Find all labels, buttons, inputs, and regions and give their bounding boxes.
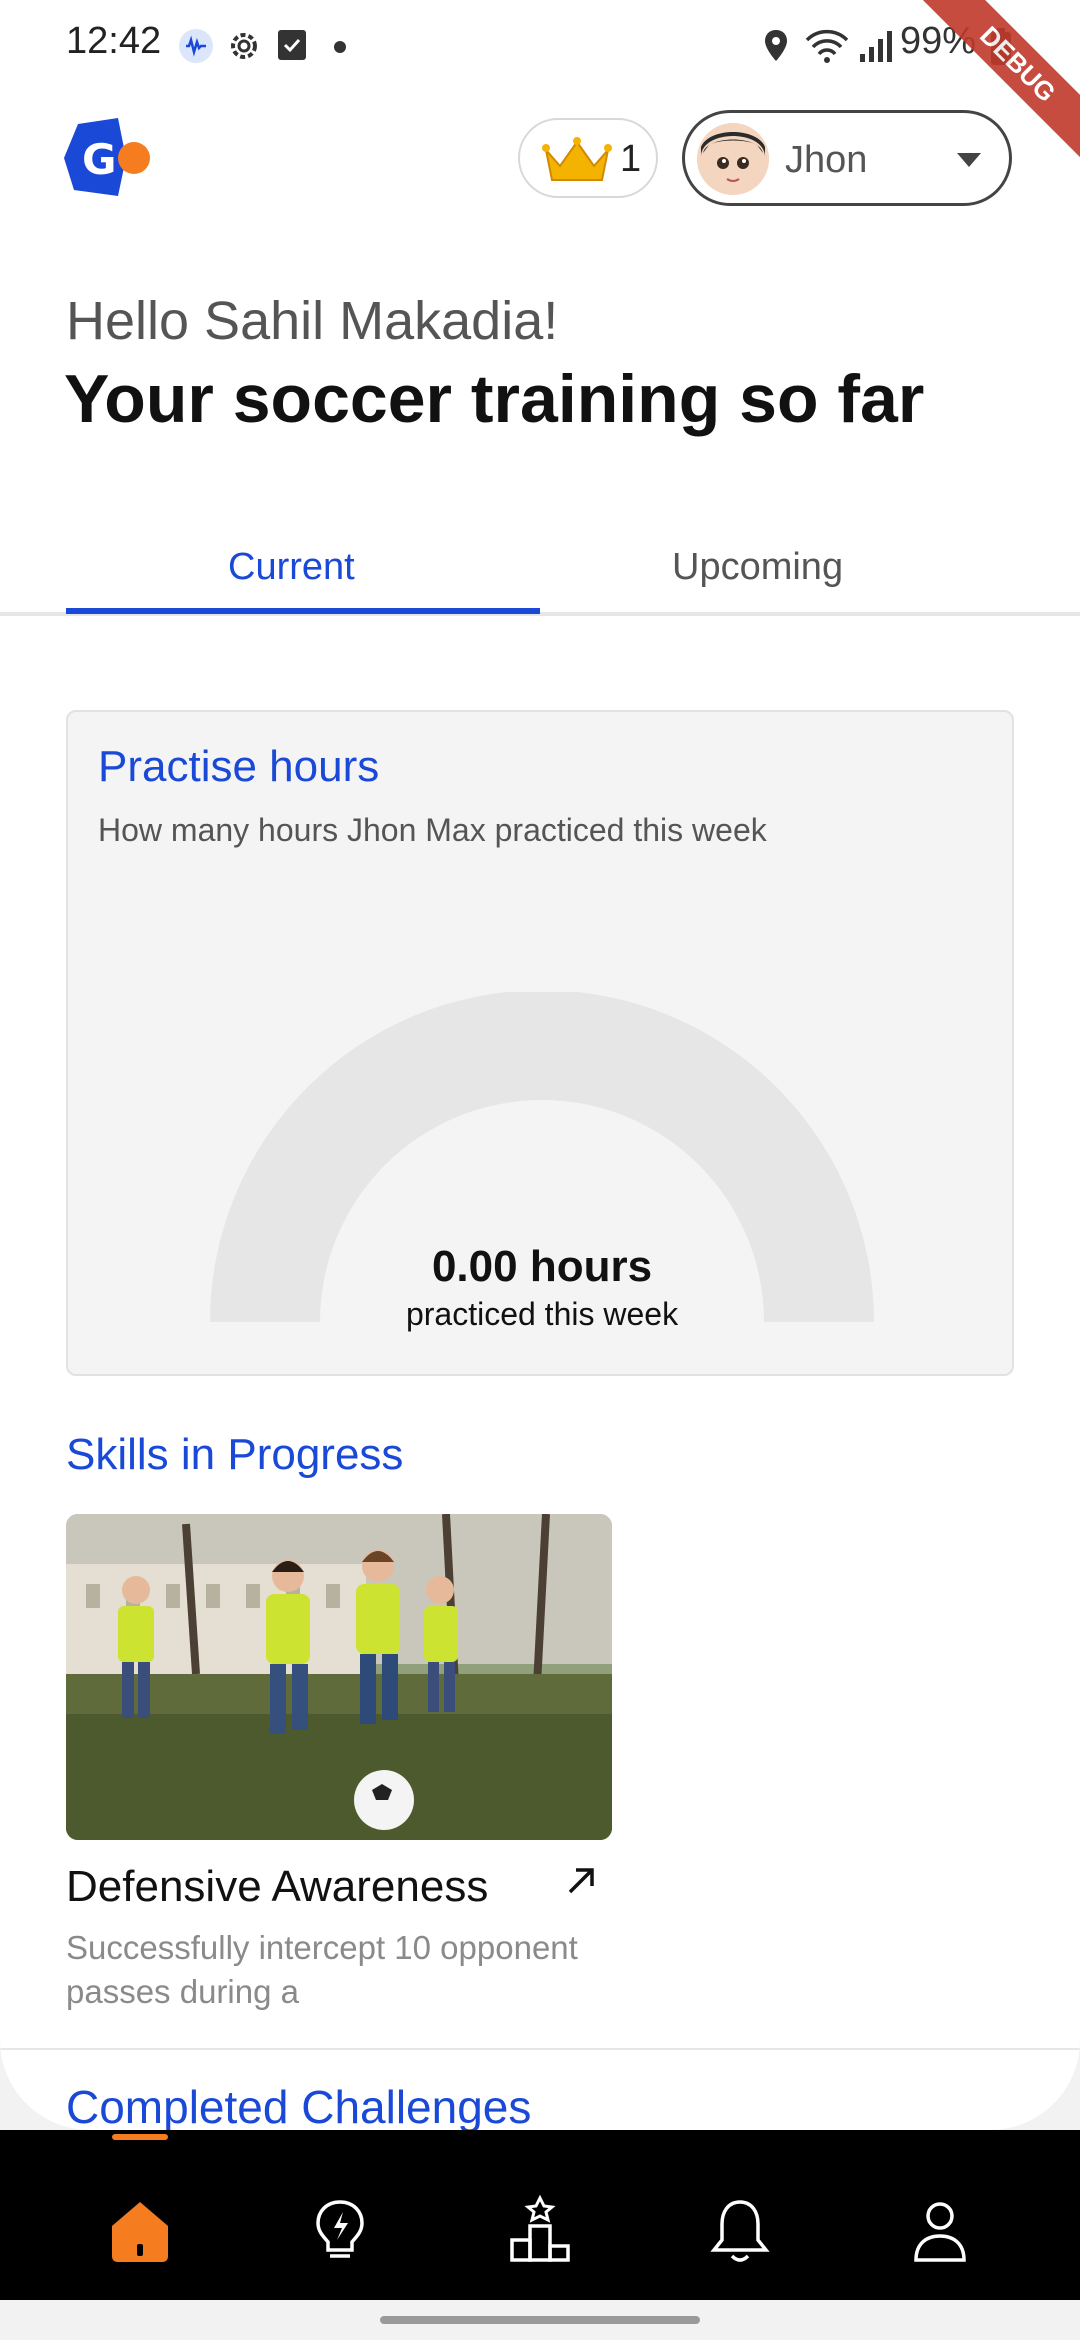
practise-hours-title: Practise hours	[98, 742, 380, 791]
nav-leaderboard[interactable]	[500, 2190, 580, 2270]
practise-hours-card: Practise hours How many hours Jhon Max p…	[66, 710, 1014, 1376]
signal-icon	[858, 28, 894, 69]
bell-icon	[710, 2200, 770, 2262]
crown-icon	[542, 137, 612, 181]
settings-gear-icon	[226, 28, 262, 69]
nav-profile[interactable]	[900, 2190, 980, 2270]
gesture-bar	[0, 2300, 1080, 2340]
podium-icon	[510, 2194, 570, 2262]
debug-banner-label: DEBUG	[910, 0, 1080, 172]
location-icon	[762, 28, 790, 69]
dot-icon	[334, 40, 346, 58]
nav-notifications[interactable]	[700, 2190, 780, 2270]
skill-description: Successfully intercept 10 opponent passe…	[66, 1929, 578, 2010]
skill-name: Defensive Awareness	[66, 1862, 489, 1911]
tab-upcoming[interactable]: Upcoming	[672, 546, 843, 589]
profile-name: Jhon	[785, 139, 868, 181]
main-content: G 1 Jhon Hello Sahil Makadia! Your socce…	[0, 90, 1080, 2130]
greeting-text: Hello Sahil Makadia!	[66, 291, 559, 351]
nav-home[interactable]	[100, 2190, 180, 2270]
practise-hours-subtitle: How many hours Jhon Max practiced this w…	[98, 812, 767, 848]
checkbox-icon	[276, 28, 308, 67]
tab-current[interactable]: Current	[228, 546, 355, 589]
bulb-icon	[316, 2200, 364, 2258]
skill-card[interactable]: Defensive Awareness Successfully interce…	[66, 1514, 612, 2010]
wifi-icon	[804, 28, 850, 69]
page-title: Your soccer training so far	[64, 361, 925, 437]
sound-wave-icon	[178, 28, 214, 69]
app-logo[interactable]: G	[64, 118, 152, 198]
skill-photo	[66, 1514, 612, 1840]
practise-hours-label: practiced this week	[405, 1296, 679, 1332]
crown-points-badge[interactable]: 1	[518, 118, 658, 198]
home-icon	[112, 2202, 168, 2262]
section-divider	[0, 2048, 1080, 2050]
bottom-navigation	[0, 2130, 1080, 2300]
nav-challenges[interactable]	[300, 2190, 380, 2270]
nav-active-indicator	[112, 2134, 168, 2140]
person-icon	[914, 2202, 966, 2262]
avatar	[697, 123, 769, 195]
arrow-up-right-icon[interactable]	[564, 1864, 598, 1898]
completed-challenges-title: Completed Challenges	[66, 2081, 532, 2130]
tab-bar: Current Upcoming	[0, 520, 1080, 616]
crown-count: 1	[620, 138, 642, 180]
skills-section-title: Skills in Progress	[66, 1430, 404, 1479]
debug-banner: DEBUG	[900, 0, 1080, 180]
tab-active-indicator	[66, 608, 540, 614]
status-time: 12:42	[66, 20, 162, 62]
svg-text:G: G	[82, 135, 116, 184]
practise-hours-value: 0.00 hours	[431, 1242, 653, 1291]
home-gesture-handle[interactable]	[380, 2316, 700, 2324]
